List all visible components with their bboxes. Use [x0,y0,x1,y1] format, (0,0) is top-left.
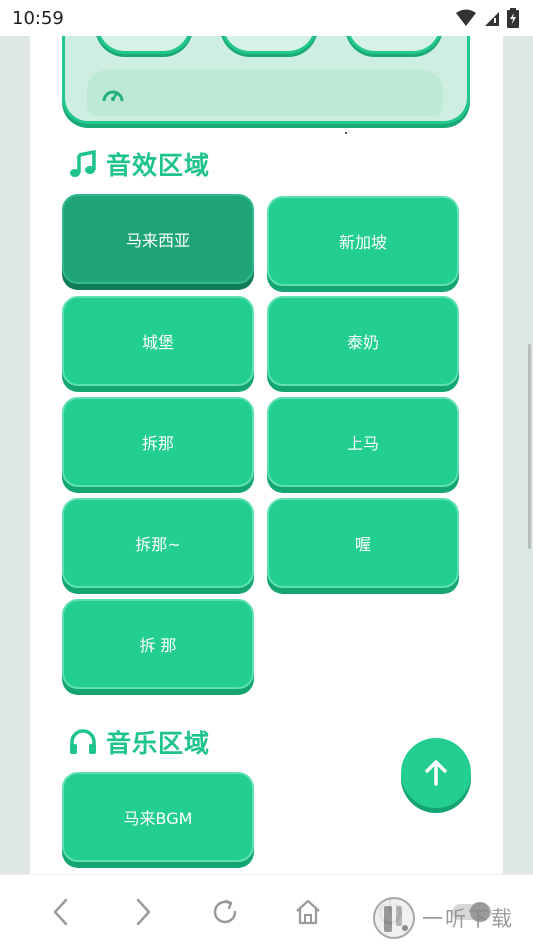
section-title: 音乐区域 [106,729,211,758]
sound-button-label: 拆 那 [139,636,177,655]
watermark: 一听下载 [372,896,514,940]
sound-button[interactable]: 城堡 [62,296,254,386]
battery-icon [507,8,519,28]
sound-button-label: 拆那 [141,434,174,453]
sound-button[interactable]: 拆 那 [62,599,254,689]
music-button-label: 马来BGM [123,809,193,828]
sound-button-label: 泰奶 [346,333,379,352]
home-icon [295,899,320,924]
sound-button-label: 上马 [346,434,379,453]
right-gutter [503,36,533,874]
headphones-icon [70,729,96,754]
player-card [62,36,470,124]
scrollbar[interactable] [528,344,531,549]
sound-button[interactable]: 新加坡 [267,196,459,286]
sound-button[interactable]: 马来西亚 [62,194,254,284]
watermark-logo-icon [373,897,415,939]
music-heading: 音乐区域 [68,724,210,760]
app-screen: 10:59 音效区域 马来西亚 新加坡 城堡 泰奶 拆那 上马 拆那~ 喔 拆 … [0,0,533,948]
sound-button-label: 新加坡 [338,233,387,252]
sound-button[interactable]: 拆那~ [62,498,254,588]
sound-button[interactable]: 拆那 [62,397,254,487]
status-time: 10:59 [12,7,64,29]
scroll-top-button[interactable] [401,738,471,808]
arrow-up-icon [425,760,447,786]
sound-effects-heading: 音效区域 [68,146,210,182]
sound-button[interactable]: 泰奶 [267,296,459,386]
speedometer-icon [102,90,124,102]
back-icon [53,898,68,925]
sound-button-label: 拆那~ [135,535,181,554]
player-control-center[interactable] [220,36,318,54]
sound-button-label: 马来西亚 [125,231,190,250]
nav-home[interactable] [283,887,333,937]
sound-button[interactable]: 喔 [267,498,459,588]
dot [345,132,347,134]
reload-icon [214,899,237,923]
left-gutter [0,36,30,874]
sound-button-label: 城堡 [141,333,174,352]
player-control-right[interactable] [345,36,443,54]
wifi-icon [456,9,476,26]
sound-button-label: 喔 [354,535,371,554]
music-button[interactable]: 马来BGM [62,772,254,862]
section-title: 音效区域 [106,151,211,180]
sound-button[interactable]: 上马 [267,397,459,487]
speed-bar[interactable] [87,70,443,116]
music-note-icon [70,149,96,177]
status-icons [455,8,519,28]
status-bar: 10:59 [0,0,533,36]
signal-icon [485,12,499,26]
nav-back[interactable] [36,887,86,937]
watermark-text: 一听下载 [422,907,514,931]
nav-reload[interactable] [200,887,250,937]
nav-forward[interactable] [118,887,168,937]
player-control-left[interactable] [95,36,193,54]
forward-icon [136,898,151,925]
